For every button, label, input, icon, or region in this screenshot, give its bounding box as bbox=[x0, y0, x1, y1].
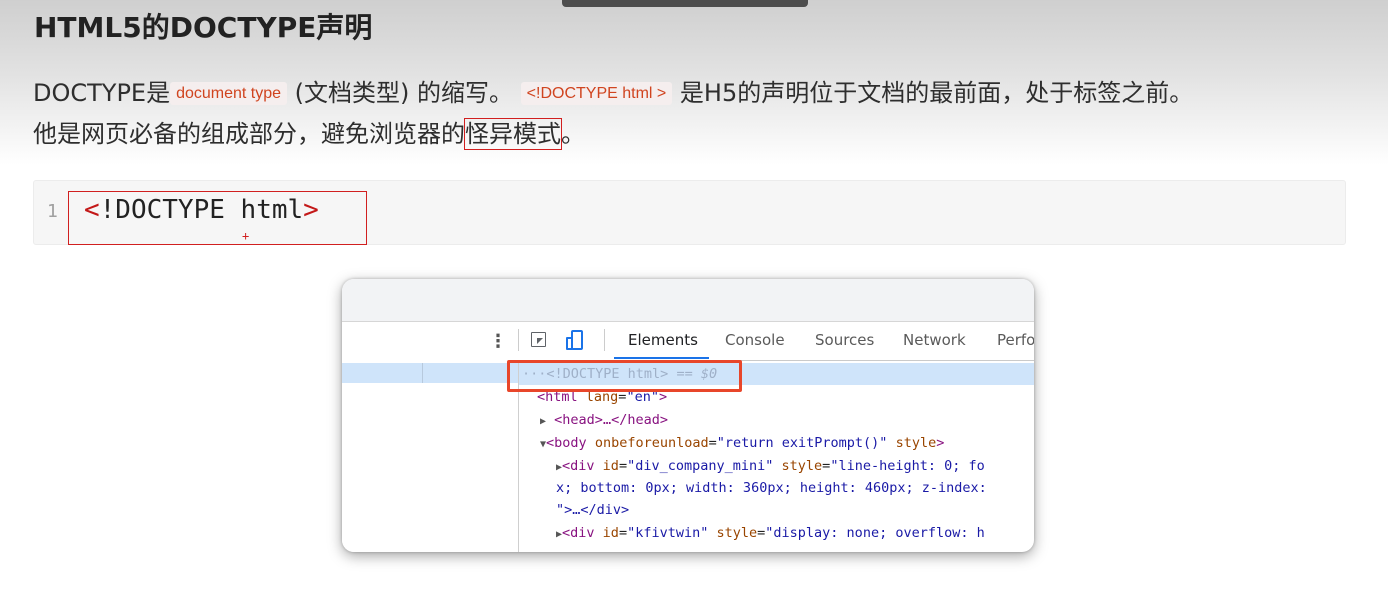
eq-sign: = bbox=[708, 435, 717, 451]
dom-line-head[interactable]: ▶ <head>…</head> bbox=[540, 410, 668, 432]
dom-line-div-company[interactable]: ▶<div id="div_company_mini" style="line-… bbox=[556, 456, 985, 478]
tab-sources[interactable]: Sources bbox=[815, 331, 874, 349]
style-attr: style bbox=[887, 435, 937, 451]
para2-text-1: 他是网页必备的组成部分，避免浏览器的 bbox=[33, 120, 465, 148]
div-tag: <div bbox=[562, 458, 603, 474]
devtools-left-pane bbox=[342, 360, 519, 552]
dom-line-body[interactable]: ▼<body onbeforeunload="return exitPrompt… bbox=[540, 433, 944, 455]
tab-performance[interactable]: Perfo bbox=[997, 331, 1034, 349]
active-tab-indicator bbox=[614, 357, 709, 359]
devtools-screenshot: ⋮ Elements Console Sources Network Perfo… bbox=[342, 279, 1034, 552]
expand-arrow-icon[interactable]: ▶ bbox=[540, 416, 546, 427]
paragraph-1: DOCTYPE是 document type (文档类型) 的缩写。 <!DOCT… bbox=[33, 76, 1373, 111]
para1-text-2: (文档类型) 的缩写。 bbox=[287, 79, 521, 107]
inline-code-document-type: document type bbox=[170, 82, 288, 105]
onbeforeunload-value: "return exitPrompt()" bbox=[716, 435, 888, 451]
code-gt: > bbox=[303, 195, 319, 225]
id-attr: id bbox=[602, 525, 619, 541]
code-lt: < bbox=[84, 195, 100, 225]
code-doctype: !DOCTYPE html bbox=[99, 195, 304, 225]
left-pane-divider bbox=[422, 363, 423, 383]
style-attr: style bbox=[773, 458, 823, 474]
inspect-element-icon[interactable] bbox=[531, 332, 546, 347]
devtools-titlebar bbox=[342, 279, 1034, 322]
tag-close: > bbox=[936, 435, 945, 451]
para1-text-3: 是H5的声明位于文档的最前面，处于标签之前。 bbox=[672, 79, 1194, 107]
paragraph-2: 他是网页必备的组成部分，避免浏览器的怪异模式。 bbox=[33, 117, 1373, 151]
div-tag: <div bbox=[562, 525, 603, 541]
dom-line-div-kfivtwin[interactable]: ▶<div id="kfivtwin" style="display: none… bbox=[556, 523, 985, 545]
para2-text-2: 。 bbox=[561, 120, 585, 148]
div-close: ">…</div> bbox=[556, 502, 630, 518]
kebab-menu-icon[interactable]: ⋮ bbox=[489, 331, 507, 352]
head-node: <head>…</head> bbox=[554, 412, 668, 428]
crosshair-cursor-icon: + bbox=[242, 229, 250, 243]
dom-line-style-continuation: x; bottom: 0px; width: 360px; height: 46… bbox=[556, 478, 987, 498]
tab-network[interactable]: Network bbox=[903, 331, 966, 349]
code-line: <!DOCTYPE html> bbox=[84, 195, 319, 225]
line-number: 1 bbox=[47, 201, 58, 222]
toolbar-separator-2 bbox=[604, 329, 605, 351]
id-value: "div_company_mini" bbox=[627, 458, 774, 474]
id-value: "kfivtwin" bbox=[627, 525, 709, 541]
quirks-mode-highlight: 怪异模式 bbox=[464, 118, 562, 150]
toolbar-separator bbox=[518, 329, 519, 351]
style-value: "line-height: 0; fo bbox=[830, 458, 985, 474]
top-tab-handle[interactable] bbox=[562, 0, 808, 7]
style-value-cont: x; bottom: 0px; width: 360px; height: 46… bbox=[556, 480, 987, 496]
id-attr: id bbox=[602, 458, 619, 474]
left-pane-selected-row bbox=[342, 363, 518, 383]
style-value: "display: none; overflow: h bbox=[765, 525, 985, 541]
page-heading: HTML5的DOCTYPE声明 bbox=[34, 11, 373, 44]
para1-text-1: DOCTYPE是 bbox=[33, 79, 171, 107]
style-attr: style bbox=[708, 525, 758, 541]
body-tag: <body bbox=[546, 435, 595, 451]
dom-line-div-close: ">…</div> bbox=[556, 500, 629, 520]
doctype-highlight-box bbox=[507, 360, 742, 392]
inline-code-doctype: <!DOCTYPE html > bbox=[520, 82, 673, 105]
tab-console[interactable]: Console bbox=[725, 331, 785, 349]
onbeforeunload-attr: onbeforeunload bbox=[594, 435, 709, 451]
tab-elements[interactable]: Elements bbox=[628, 331, 698, 349]
device-toolbar-icon[interactable] bbox=[566, 330, 584, 351]
